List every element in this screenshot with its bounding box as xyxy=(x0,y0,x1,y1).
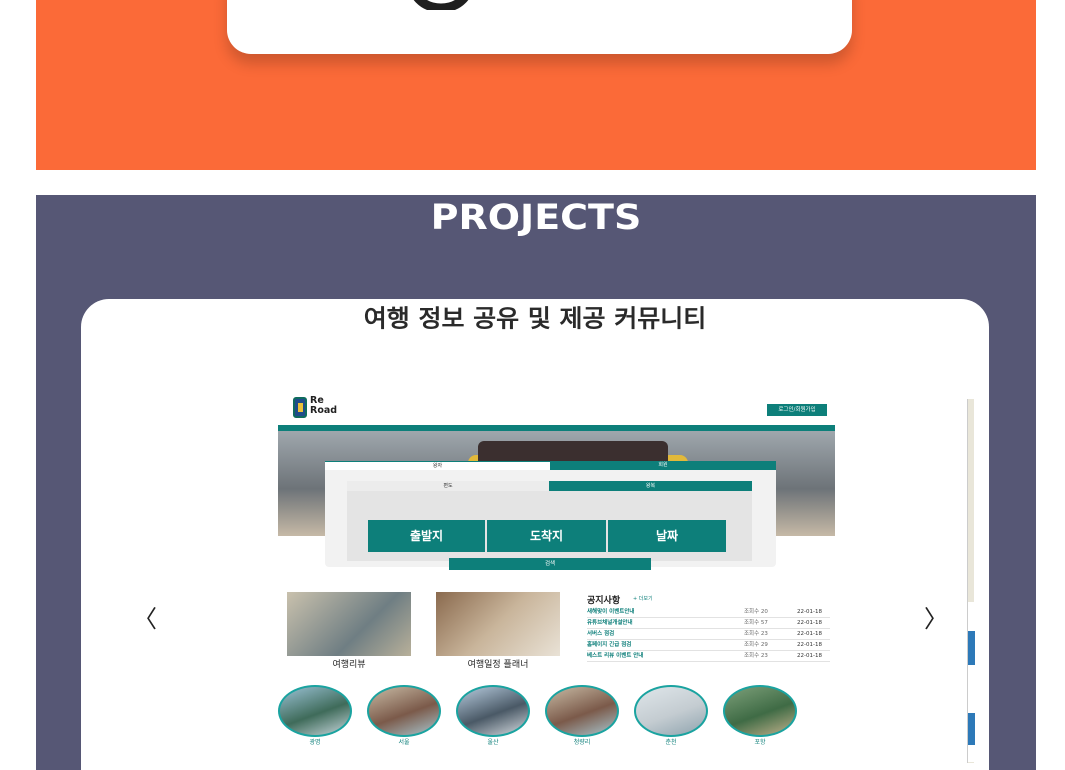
date-field: 날짜 xyxy=(608,520,726,552)
login-button: 로그인/회원가입 xyxy=(767,404,827,416)
review-caption: 여행리뷰 xyxy=(332,660,366,670)
notice-views: 조회수 29 xyxy=(744,642,768,648)
search-tabs: 왕자 회원 xyxy=(325,461,776,470)
next-slide-peek xyxy=(967,399,975,763)
review-thumbnail xyxy=(287,592,411,656)
notice-row: 베스트 리뷰 이벤트 안내 조회수 23 22-01-18 xyxy=(587,651,830,662)
notice-more-link: + 더보기 xyxy=(633,596,653,602)
notice-title-text: 새해맞이 이벤트안내 xyxy=(587,609,635,615)
notice-views: 조회수 23 xyxy=(744,631,768,637)
notice-row: 유튜브채널개설안내 조회수 57 22-01-18 xyxy=(587,618,830,629)
city-image xyxy=(367,685,441,737)
page: PROJECTS 여행 정보 공유 및 제공 커뮤니티 〈 〉 Re Road … xyxy=(0,0,1065,770)
logo-mark-icon xyxy=(413,0,469,10)
planner-caption: 여행일정 플래너 xyxy=(467,660,529,670)
notice-title-text: 홈페이지 긴급 점검 xyxy=(587,642,632,648)
notice-row: 홈페이지 긴급 점검 조회수 29 22-01-18 xyxy=(587,640,830,651)
suitcase-icon xyxy=(293,397,307,418)
projects-section: PROJECTS 여행 정보 공유 및 제공 커뮤니티 〈 〉 Re Road … xyxy=(36,195,1036,770)
search-tab-2: 회원 xyxy=(550,461,776,470)
city-item: 광명 xyxy=(278,685,352,746)
city-image xyxy=(278,685,352,737)
city-image xyxy=(723,685,797,737)
city-item: 청량리 xyxy=(545,685,619,746)
notice-title-text: 베스트 리뷰 이벤트 안내 xyxy=(587,653,644,659)
city-item: 울산 xyxy=(456,685,530,746)
planner-thumbnail xyxy=(436,592,560,656)
notice-date: 22-01-18 xyxy=(797,609,822,615)
city-name: 포항 xyxy=(754,739,766,746)
project-screenshot[interactable]: Re Road 로그인/회원가입 왕자 회원 편도 왕복 출발지 도착지 날짜 … xyxy=(278,395,835,770)
city-name: 춘천 xyxy=(665,739,677,746)
city-name: 울산 xyxy=(487,739,499,746)
notice-title-text: 유튜브채널개설안내 xyxy=(587,620,633,626)
city-item: 서울 xyxy=(367,685,441,746)
city-name: 광명 xyxy=(309,739,321,746)
notice-views: 조회수 20 xyxy=(744,609,768,615)
city-image xyxy=(456,685,530,737)
notice-date: 22-01-18 xyxy=(797,620,822,626)
carousel-prev-button[interactable]: 〈 xyxy=(133,599,157,634)
logo-card xyxy=(227,0,852,54)
carousel-next-button[interactable]: 〉 xyxy=(924,599,948,634)
search-button: 검색 xyxy=(449,558,651,570)
notice-row: 새해맞이 이벤트안내 조회수 20 22-01-18 xyxy=(587,607,830,618)
notice-views: 조회수 23 xyxy=(744,653,768,659)
notice-date: 22-01-18 xyxy=(797,631,822,637)
project-title: 여행 정보 공유 및 제공 커뮤니티 xyxy=(363,304,707,333)
city-item: 춘천 xyxy=(634,685,708,746)
search-inner: 편도 왕복 출발지 도착지 날짜 xyxy=(347,481,752,561)
trip-tab-oneway: 편도 xyxy=(347,481,549,491)
city-image xyxy=(634,685,708,737)
arrival-field: 도착지 xyxy=(487,520,606,552)
notice-views: 조회수 57 xyxy=(744,620,768,626)
about-section xyxy=(36,0,1036,170)
search-panel: 왕자 회원 편도 왕복 출발지 도착지 날짜 xyxy=(325,461,776,567)
notice-date: 22-01-18 xyxy=(797,653,822,659)
projects-heading: PROJECTS xyxy=(430,196,642,238)
notice-row: 서버스 점검 조회수 23 22-01-18 xyxy=(587,629,830,640)
city-name: 서울 xyxy=(398,739,410,746)
notice-title: 공지사항 xyxy=(587,596,621,606)
city-name: 청량리 xyxy=(573,739,591,746)
notice-date: 22-01-18 xyxy=(797,642,822,648)
project-card: 여행 정보 공유 및 제공 커뮤니티 〈 〉 Re Road 로그인/회원가입 xyxy=(81,299,989,770)
trip-tab-roundtrip: 왕복 xyxy=(549,481,752,491)
city-image xyxy=(545,685,619,737)
reroad-logo: Re Road xyxy=(293,396,343,419)
notice-title-text: 서버스 점검 xyxy=(587,631,615,637)
search-tab-1: 왕자 xyxy=(325,461,550,470)
logo-text-line2: Road xyxy=(310,405,338,416)
departure-field: 출발지 xyxy=(368,520,485,552)
city-item: 포항 xyxy=(723,685,797,746)
